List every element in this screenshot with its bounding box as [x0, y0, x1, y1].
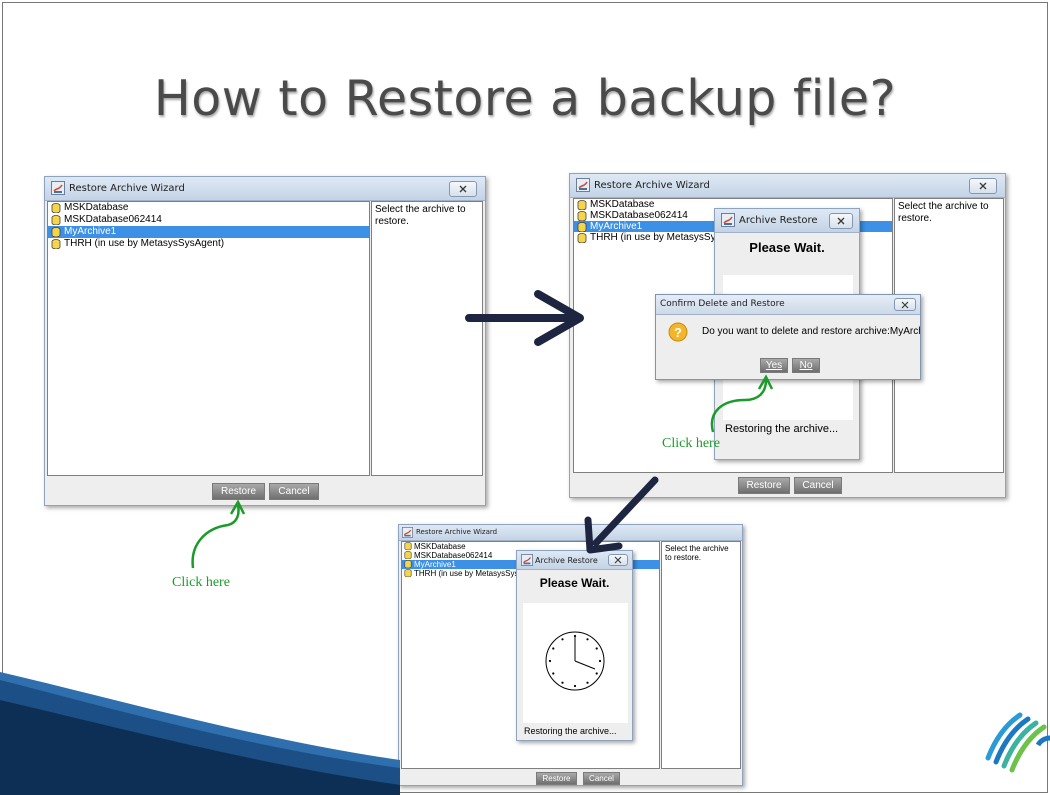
cancel-button[interactable]: Cancel — [269, 483, 319, 500]
list-item-label: THRH (in use by MetasysSysAg — [414, 569, 529, 578]
database-locked-icon — [577, 233, 587, 243]
wizard-title: Restore Archive Wizard — [69, 183, 185, 194]
cancel-button[interactable]: Cancel — [794, 477, 842, 494]
java-app-icon — [721, 213, 735, 227]
close-button[interactable] — [829, 213, 853, 229]
wizard-window-1: Restore Archive Wizard MSKDatabase MSKDa… — [44, 176, 486, 506]
click-here-annotation-2: Click here — [662, 436, 720, 451]
company-logo — [985, 712, 1050, 773]
list-item-label: MyArchive1 — [64, 226, 117, 237]
yes-button[interactable]: Yes — [760, 358, 788, 373]
database-icon — [404, 551, 412, 559]
cancel-button[interactable]: Cancel — [583, 772, 620, 785]
archive-list[interactable]: MSKDatabase MSKDatabase062414 MyArchive1… — [47, 201, 370, 476]
close-button[interactable] — [608, 554, 628, 566]
restore-button[interactable]: Restore — [536, 772, 577, 785]
dialog-titlebar: Archive Restore — [517, 551, 632, 570]
list-item-label: MSKDatabase062414 — [64, 214, 162, 225]
list-item[interactable]: MSKDatabase — [48, 202, 369, 214]
wizard-titlebar: Restore Archive Wizard — [570, 174, 1005, 198]
archive-restore-dialog-3: Archive Restore Please Wait. Restoring t… — [516, 550, 633, 741]
wizard-titlebar: Restore Archive Wizard — [399, 525, 742, 541]
confirm-titlebar: Confirm Delete and Restore — [656, 295, 920, 315]
close-icon — [901, 301, 909, 309]
close-icon — [979, 182, 987, 190]
list-item-label: MyArchive1 — [414, 560, 456, 569]
database-icon — [404, 542, 412, 550]
please-wait-heading: Please Wait. — [539, 576, 610, 590]
decorative-swoosh — [0, 672, 400, 795]
list-item-label: MyArchive1 — [590, 221, 643, 232]
please-wait-heading: Please Wait. — [749, 240, 825, 255]
wizard-title: Restore Archive Wizard — [594, 180, 710, 191]
list-item[interactable]: MSKDatabase062414 — [48, 214, 369, 226]
confirm-dialog: Confirm Delete and Restore ? Do you want… — [655, 294, 921, 380]
hint-text: Select the archive to restore. — [375, 204, 466, 227]
database-icon — [577, 200, 587, 210]
java-app-icon — [51, 181, 65, 195]
java-app-icon — [521, 554, 533, 566]
wizard-title: Restore Archive Wizard — [416, 528, 498, 536]
close-icon — [459, 185, 467, 193]
click-pointer-arrow-1 — [191, 499, 246, 569]
close-icon — [837, 217, 845, 225]
wizard-titlebar: Restore Archive Wizard — [45, 177, 485, 201]
hint-text: Select the archive to restore. — [665, 544, 729, 563]
database-icon — [577, 211, 587, 221]
list-item-label: MSKDatabase — [64, 202, 129, 213]
svg-text:?: ? — [674, 325, 682, 340]
database-icon — [577, 222, 587, 232]
database-icon — [404, 560, 412, 568]
list-item-label: MSKDatabase — [414, 542, 466, 551]
restore-button[interactable]: Restore — [212, 483, 265, 500]
list-item-label: MSKDatabase062414 — [590, 210, 688, 221]
status-text: Restoring the archive... — [524, 726, 617, 736]
close-icon — [614, 556, 622, 564]
database-icon — [51, 227, 61, 237]
close-button[interactable] — [894, 298, 916, 311]
database-locked-icon — [51, 239, 61, 249]
database-icon — [51, 215, 61, 225]
no-button[interactable]: No — [792, 358, 820, 373]
list-item-label: THRH (in use by MetasysSysAg — [590, 232, 733, 243]
hint-text: Select the archive to restore. — [898, 201, 989, 224]
dialog-titlebar: Archive Restore — [715, 209, 859, 233]
hint-pane: Select the archive to restore. — [371, 201, 483, 476]
hint-pane: Select the archive to restore. — [661, 541, 741, 769]
database-icon — [51, 203, 61, 213]
list-item-label: MSKDatabase062414 — [414, 551, 493, 560]
list-item-label: THRH (in use by MetasysSysAgent) — [64, 238, 225, 249]
slide: How to Restore a backup file? Restore Ar… — [0, 0, 1050, 795]
confirm-title: Confirm Delete and Restore — [660, 299, 785, 309]
status-text: Restoring the archive... — [725, 423, 839, 435]
slide-title: How to Restore a backup file? — [153, 70, 897, 127]
list-item-selected[interactable]: MyArchive1 — [48, 226, 369, 238]
question-icon: ? — [668, 322, 688, 342]
close-button[interactable] — [969, 178, 997, 194]
java-app-icon — [402, 527, 413, 538]
java-app-icon — [576, 178, 590, 192]
restore-button[interactable]: Restore — [738, 477, 790, 494]
database-locked-icon — [404, 569, 412, 577]
click-here-annotation-1: Click here — [172, 575, 230, 590]
close-button[interactable] — [449, 181, 477, 197]
dialog-title: Archive Restore — [739, 215, 818, 226]
dialog-title: Archive Restore — [535, 556, 598, 565]
wait-body — [523, 603, 628, 723]
clock-icon — [545, 631, 605, 691]
confirm-message: Do you want to delete and restore archiv… — [702, 326, 921, 337]
list-item-label: MSKDatabase — [590, 199, 655, 210]
list-item[interactable]: THRH (in use by MetasysSysAgent) — [48, 238, 369, 250]
